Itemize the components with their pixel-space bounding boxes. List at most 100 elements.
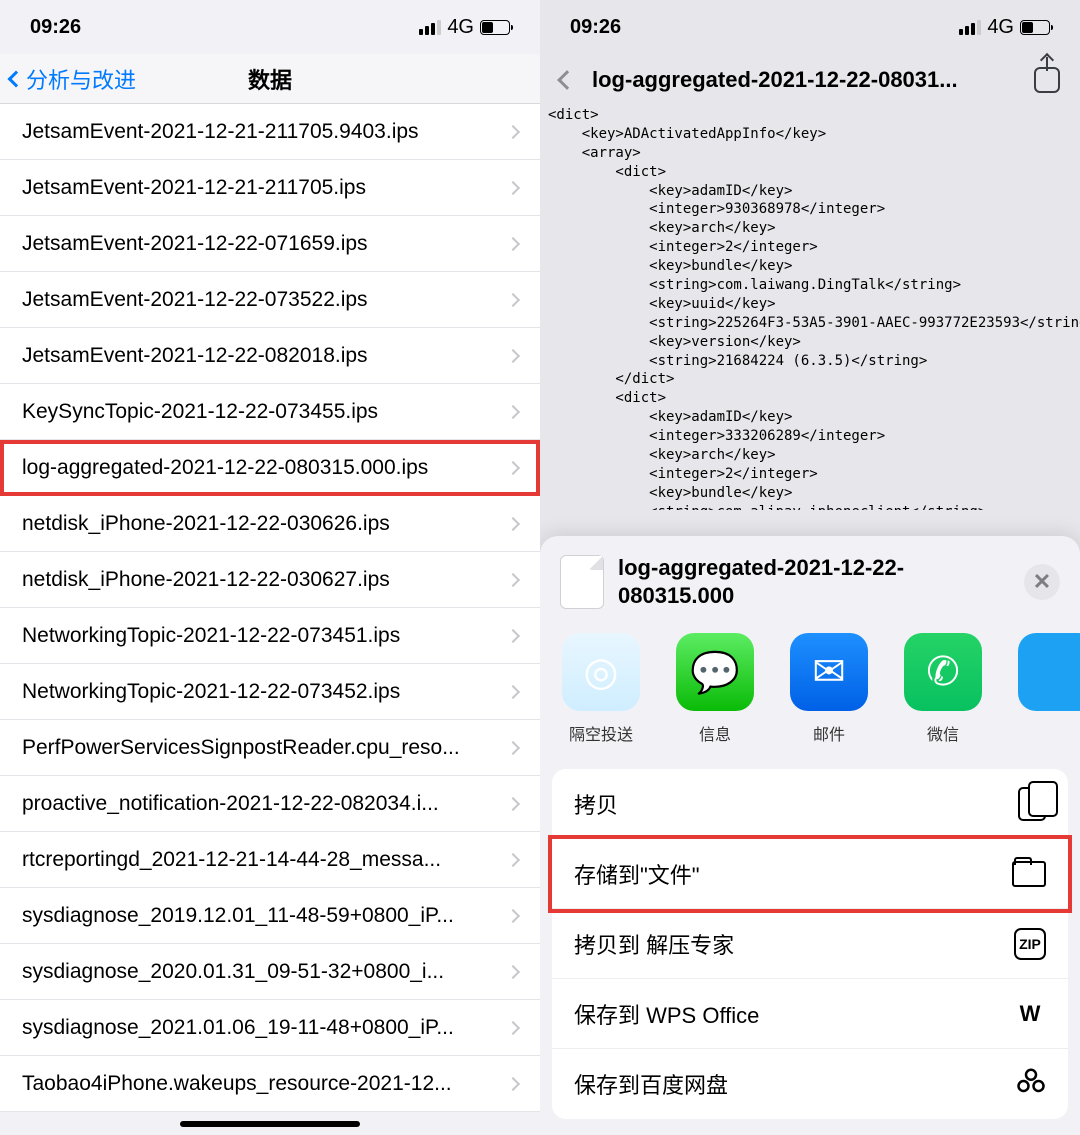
chevron-right-icon (506, 180, 520, 194)
file-row[interactable]: log-aggregated-2021-12-22-080315.000.ips (0, 440, 540, 496)
file-name: JetsamEvent-2021-12-21-211705.ips (22, 176, 508, 200)
battery-icon (480, 20, 510, 35)
app-label: 信息 (699, 721, 731, 745)
file-row[interactable]: PerfPowerServicesSignpostReader.cpu_reso… (0, 720, 540, 776)
share-app-row[interactable]: ◎隔空投送 💬 信息 ✉ 邮件 ✆ 微信 (540, 623, 1080, 763)
file-row[interactable]: NetworkingTopic-2021-12-22-073452.ips (0, 664, 540, 720)
share-app-more[interactable] (1018, 633, 1080, 745)
right-phone: 09:26 4G log-aggregated-2021-12-22-08031… (540, 0, 1080, 1135)
status-bar: 09:26 4G (540, 0, 1080, 54)
back-label: 分析与改进 (26, 63, 136, 95)
file-name: JetsamEvent-2021-12-22-071659.ips (22, 232, 508, 256)
page-title: log-aggregated-2021-12-22-08031... (592, 67, 1024, 93)
chevron-right-icon (506, 908, 520, 922)
chevron-right-icon (506, 460, 520, 474)
chevron-right-icon (506, 740, 520, 754)
action-label: 拷贝到 解压专家 (574, 928, 1014, 960)
left-phone: 09:26 4G 分析与改进 数据 JetsamEvent-2021-12-21… (0, 0, 540, 1135)
file-name: JetsamEvent-2021-12-22-073522.ips (22, 288, 508, 312)
nav-bar: log-aggregated-2021-12-22-08031... (540, 54, 1080, 106)
action-baidu[interactable]: 保存到百度网盘 (552, 1049, 1068, 1119)
app-label: 微信 (927, 721, 959, 745)
close-button[interactable]: ✕ (1024, 564, 1060, 600)
file-name: NetworkingTopic-2021-12-22-073451.ips (22, 624, 508, 648)
file-name: proactive_notification-2021-12-22-082034… (22, 792, 508, 816)
chevron-right-icon (506, 1020, 520, 1034)
file-name: JetsamEvent-2021-12-22-082018.ips (22, 344, 508, 368)
signal-icon (419, 20, 441, 35)
action-wps[interactable]: 保存到 WPS OfficeW (552, 979, 1068, 1049)
status-time: 09:26 (570, 16, 621, 39)
status-bar: 09:26 4G (0, 0, 540, 54)
file-name: Taobao4iPhone.wakeups_resource-2021-12..… (22, 1072, 508, 1096)
action-label: 拷贝 (574, 788, 1018, 820)
status-net: 4G (987, 16, 1014, 39)
msg-icon: 💬 (676, 633, 754, 711)
file-row[interactable]: KeySyncTopic-2021-12-22-073455.ips (0, 384, 540, 440)
action-copy[interactable]: 拷贝 (552, 769, 1068, 839)
wechat-icon: ✆ (904, 633, 982, 711)
file-row[interactable]: proactive_notification-2021-12-22-082034… (0, 776, 540, 832)
chevron-right-icon (506, 516, 520, 530)
share-app-mail[interactable]: ✉ 邮件 (790, 633, 868, 745)
share-sheet: log-aggregated-2021-12-22-080315.000 ✕ ◎… (540, 536, 1080, 1135)
folder-icon (1012, 861, 1046, 887)
chevron-right-icon (506, 124, 520, 138)
home-indicator[interactable] (180, 1121, 360, 1127)
status-time: 09:26 (30, 16, 81, 39)
chevron-right-icon (506, 572, 520, 586)
chevron-right-icon (506, 852, 520, 866)
chevron-right-icon (506, 348, 520, 362)
chevron-right-icon (506, 964, 520, 978)
file-row[interactable]: JetsamEvent-2021-12-22-082018.ips (0, 328, 540, 384)
file-list[interactable]: JetsamEvent-2021-12-21-211705.9403.ips Je… (0, 104, 540, 1112)
chevron-left-icon (8, 70, 25, 87)
chevron-right-icon (506, 1076, 520, 1090)
xml-content[interactable]: <dict> <key>ADActivatedAppInfo</key> <ar… (540, 106, 1080, 510)
chevron-right-icon (506, 684, 520, 698)
share-icon[interactable] (1034, 67, 1060, 93)
file-row[interactable]: rtcreportingd_2021-12-21-14-44-28_messa.… (0, 832, 540, 888)
chevron-right-icon (506, 628, 520, 642)
action-label: 保存到 WPS Office (574, 998, 1014, 1030)
chevron-left-icon[interactable] (557, 70, 577, 90)
file-row[interactable]: JetsamEvent-2021-12-21-211705.9403.ips (0, 104, 540, 160)
file-row[interactable]: sysdiagnose_2020.01.31_09-51-32+0800_i..… (0, 944, 540, 1000)
file-icon (560, 555, 604, 609)
chevron-right-icon (506, 236, 520, 250)
share-app-airdrop[interactable]: ◎隔空投送 (562, 633, 640, 745)
file-row[interactable]: JetsamEvent-2021-12-22-071659.ips (0, 216, 540, 272)
file-row[interactable]: JetsamEvent-2021-12-21-211705.ips (0, 160, 540, 216)
file-row[interactable]: sysdiagnose_2019.12.01_11-48-59+0800_iP.… (0, 888, 540, 944)
file-row[interactable]: sysdiagnose_2021.01.06_19-11-48+0800_iP.… (0, 1000, 540, 1056)
app-label: 隔空投送 (569, 721, 633, 745)
file-name: log-aggregated-2021-12-22-080315.000.ips (22, 456, 508, 480)
file-name: netdisk_iPhone-2021-12-22-030627.ips (22, 568, 508, 592)
action-zip[interactable]: 拷贝到 解压专家ZIP (552, 909, 1068, 979)
file-row[interactable]: NetworkingTopic-2021-12-22-073451.ips (0, 608, 540, 664)
baidu-icon (1016, 1066, 1046, 1102)
app-label: 邮件 (813, 721, 845, 745)
file-name: sysdiagnose_2020.01.31_09-51-32+0800_i..… (22, 960, 508, 984)
file-name: sysdiagnose_2021.01.06_19-11-48+0800_iP.… (22, 1016, 508, 1040)
file-row[interactable]: netdisk_iPhone-2021-12-22-030627.ips (0, 552, 540, 608)
share-actions: 拷贝存储到"文件" 拷贝到 解压专家ZIP保存到 WPS OfficeW 保存到百度… (552, 769, 1068, 1119)
action-label: 保存到百度网盘 (574, 1068, 1016, 1100)
nav-bar: 分析与改进 数据 (0, 54, 540, 104)
file-row[interactable]: Taobao4iPhone.wakeups_resource-2021-12..… (0, 1056, 540, 1112)
status-net: 4G (447, 16, 474, 39)
action-label: 存储到"文件" (574, 858, 1012, 890)
mail-icon: ✉ (790, 633, 868, 711)
action-folder[interactable]: 存储到"文件" (552, 839, 1068, 909)
file-name: sysdiagnose_2019.12.01_11-48-59+0800_iP.… (22, 904, 508, 928)
file-name: KeySyncTopic-2021-12-22-073455.ips (22, 400, 508, 424)
share-app-wechat[interactable]: ✆ 微信 (904, 633, 982, 745)
copy-icon (1018, 787, 1046, 821)
back-button[interactable]: 分析与改进 (0, 63, 136, 95)
file-row[interactable]: netdisk_iPhone-2021-12-22-030626.ips (0, 496, 540, 552)
file-row[interactable]: JetsamEvent-2021-12-22-073522.ips (0, 272, 540, 328)
chevron-right-icon (506, 796, 520, 810)
share-app-msg[interactable]: 💬 信息 (676, 633, 754, 745)
chevron-right-icon (506, 292, 520, 306)
battery-icon (1020, 20, 1050, 35)
